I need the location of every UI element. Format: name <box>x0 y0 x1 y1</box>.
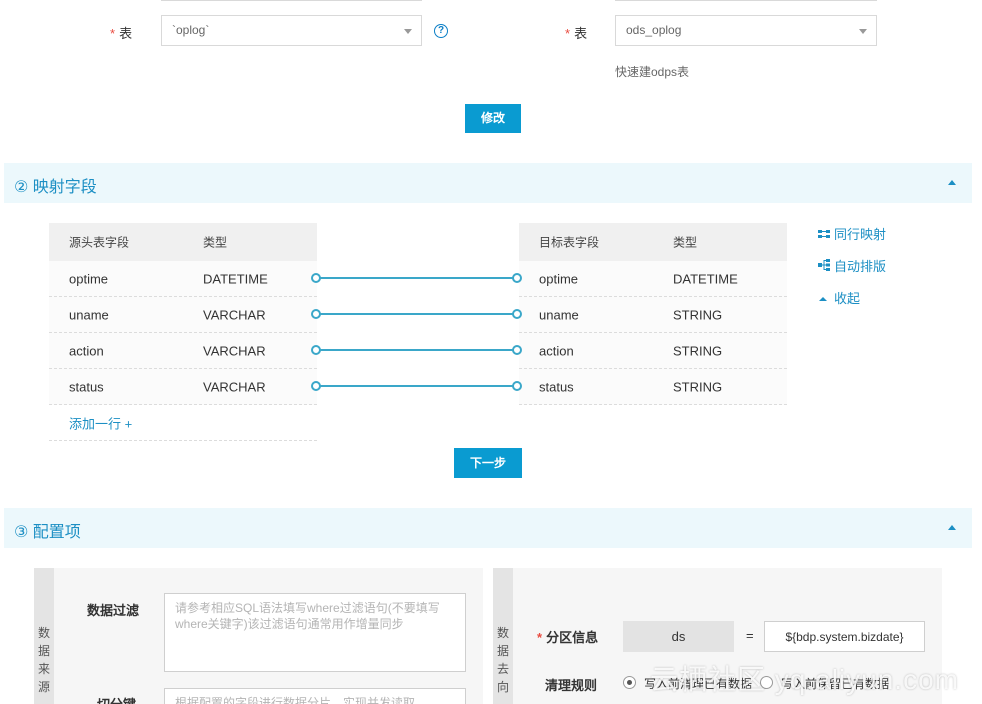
table-header: 目标表字段 类型 <box>519 223 787 261</box>
mapping-handle[interactable] <box>512 381 522 391</box>
table-row[interactable]: action STRING <box>519 333 787 369</box>
table-row[interactable]: optime DATETIME <box>519 261 787 297</box>
table-row[interactable]: status STRING <box>519 369 787 405</box>
mapping-handle[interactable] <box>311 273 321 283</box>
equals-sign: = <box>746 628 754 643</box>
modify-button[interactable]: 修改 <box>465 104 521 133</box>
target-field-bottom-border <box>615 0 877 1</box>
chevron-down-icon <box>404 29 412 34</box>
auto-layout-icon <box>818 259 830 274</box>
collapse-up-icon[interactable] <box>948 180 956 185</box>
mapping-handle[interactable] <box>512 345 522 355</box>
table-row[interactable]: action VARCHAR <box>49 333 317 369</box>
table-row[interactable]: uname VARCHAR <box>49 297 317 333</box>
source-fields-table: 源头表字段 类型 optime DATETIME uname VARCHAR a… <box>49 223 317 441</box>
split-key-label: 切分键 <box>97 694 136 704</box>
source-table-select[interactable]: `oplog` <box>161 15 422 46</box>
mapping-handle[interactable] <box>512 309 522 319</box>
mapping-line[interactable] <box>317 385 517 387</box>
mapping-handle[interactable] <box>512 273 522 283</box>
source-field-bottom-border <box>161 0 422 1</box>
table-row[interactable]: optime DATETIME <box>49 261 317 297</box>
chevron-down-icon <box>859 29 867 34</box>
mapping-handle[interactable] <box>311 381 321 391</box>
auto-layout-link[interactable]: 自动排版 <box>818 256 886 275</box>
mapping-handle[interactable] <box>311 309 321 319</box>
help-icon[interactable]: ? <box>434 24 448 38</box>
partition-key-field: ds <box>623 621 734 652</box>
partition-info-label: * 分区信息 <box>537 630 599 645</box>
table-row[interactable]: status VARCHAR <box>49 369 317 405</box>
data-source-tab: 数据来源 <box>34 568 54 704</box>
section-header-mapping[interactable]: ② 映射字段 <box>4 163 972 203</box>
section-title: ② 映射字段 <box>14 179 97 196</box>
add-row-link[interactable]: 添加一行 + <box>49 405 317 441</box>
data-filter-textarea[interactable]: 请参考相应SQL语法填写where过滤语句(不要填写where关键字)该过滤语句… <box>164 593 466 672</box>
target-fields-table: 目标表字段 类型 optime DATETIME uname STRING ac… <box>519 223 787 405</box>
mapping-handle[interactable] <box>311 345 321 355</box>
section-title: ③ 配置项 <box>14 524 81 541</box>
target-table-select[interactable]: ods_oplog <box>615 15 877 46</box>
partition-value-input[interactable]: ${bdp.system.bizdate} <box>764 621 925 652</box>
clean-rule-label: 清理规则 <box>545 678 598 693</box>
data-filter-label: 数据过滤 <box>87 603 140 618</box>
clean-before-write-radio[interactable] <box>623 676 636 689</box>
target-table-label: * 表 <box>565 26 588 41</box>
data-target-tab: 数据去向 <box>493 568 513 704</box>
table-row[interactable]: uname STRING <box>519 297 787 333</box>
quick-create-odps-table-link[interactable]: 快速建odps表 <box>615 63 689 80</box>
section-header-config[interactable]: ③ 配置项 <box>4 508 972 548</box>
split-key-input[interactable]: 根据配置的字段进行数据分片，实现并发读取 <box>164 688 466 704</box>
mapping-line[interactable] <box>317 313 517 315</box>
mapping-line[interactable] <box>317 277 517 279</box>
collapse-link[interactable]: 收起 <box>818 288 860 307</box>
collapse-up-icon[interactable] <box>948 525 956 530</box>
table-header: 源头表字段 类型 <box>49 223 317 261</box>
same-row-mapping-link[interactable]: 同行映射 <box>818 224 886 243</box>
mapping-line[interactable] <box>317 349 517 351</box>
source-table-label: * 表 <box>110 26 133 41</box>
caret-up-icon <box>818 295 830 306</box>
same-row-map-icon <box>818 229 830 242</box>
watermark: 云栖社区 yq.aliyun.com <box>650 664 959 695</box>
next-step-button[interactable]: 下一步 <box>454 448 522 478</box>
